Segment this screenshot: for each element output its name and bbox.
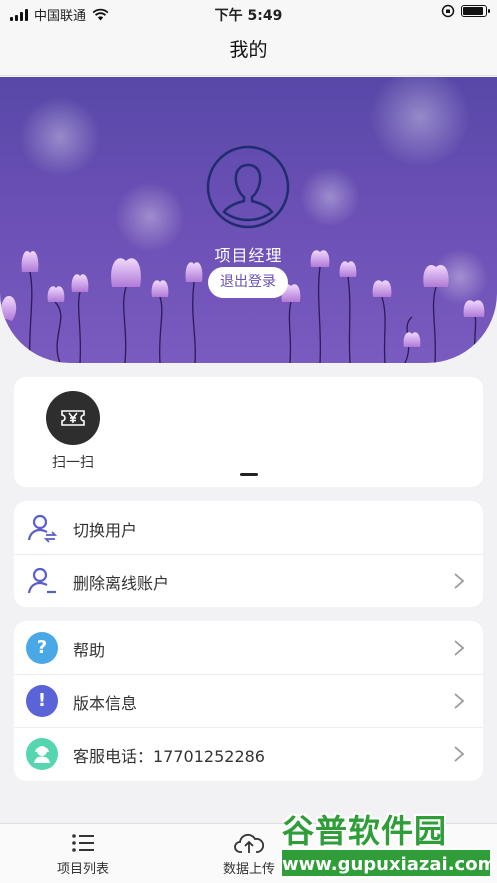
status-right: [441, 4, 490, 18]
status-bar: 中国联通 下午 5:49: [0, 0, 497, 26]
chevron-right-icon: [454, 746, 465, 762]
info-menu-card: ? 帮助 ! 版本信息 客服电话：17701252286: [14, 621, 483, 781]
customer-service-label: 客服电话：17701252286: [73, 747, 265, 766]
logout-button[interactable]: 退出登录: [208, 267, 288, 298]
battery-level: [463, 7, 483, 15]
yen-ticket-icon: [61, 410, 85, 426]
user-silhouette-icon: [206, 145, 290, 229]
list-icon: [72, 834, 94, 852]
customer-service-icon: [26, 738, 58, 770]
switch-user-label: 切换用户: [73, 521, 138, 540]
page-title: 我的: [229, 39, 268, 61]
site-watermark: 谷普软件园 www.gupuxiazai.com: [276, 800, 497, 883]
profile-banner: 项目经理 退出登录: [0, 77, 497, 363]
switch-user-icon: [27, 514, 58, 543]
user-role: 项目经理: [214, 246, 283, 265]
quick-actions-card: 扫一扫: [14, 377, 483, 487]
status-time: 下午 5:49: [214, 8, 283, 24]
orientation-lock-icon: [441, 4, 455, 18]
chevron-right-icon: [454, 573, 465, 589]
remove-user-icon: [27, 567, 56, 594]
switch-user-row[interactable]: 切换用户: [14, 501, 483, 554]
customer-service-row[interactable]: 客服电话：17701252286: [14, 727, 483, 780]
version-info-label: 版本信息: [73, 694, 138, 713]
delete-offline-account-row[interactable]: 删除离线账户: [14, 554, 483, 607]
tab-project-list[interactable]: 项目列表: [23, 832, 143, 877]
chevron-right-icon: [454, 640, 465, 656]
delete-offline-account-label: 删除离线账户: [73, 574, 170, 593]
help-label: 帮助: [73, 641, 106, 660]
watermark-url: www.gupuxiazai.com: [280, 848, 496, 878]
help-row[interactable]: ? 帮助: [14, 621, 483, 674]
account-menu-card: 切换用户 删除离线账户: [14, 501, 483, 607]
battery-icon: [461, 5, 490, 17]
help-icon: ?: [26, 632, 58, 664]
chevron-right-icon: [454, 693, 465, 709]
version-info-row[interactable]: ! 版本信息: [14, 674, 483, 727]
cloud-upload-icon: [234, 833, 264, 853]
page-indicator: [240, 473, 258, 476]
tab-project-list-label: 项目列表: [56, 862, 109, 877]
nav-bar: 我的: [0, 26, 497, 76]
info-icon: !: [26, 685, 58, 717]
scan-label: 扫一扫: [52, 455, 94, 471]
watermark-title: 谷普软件园: [282, 812, 448, 850]
scan-button[interactable]: [46, 391, 100, 445]
